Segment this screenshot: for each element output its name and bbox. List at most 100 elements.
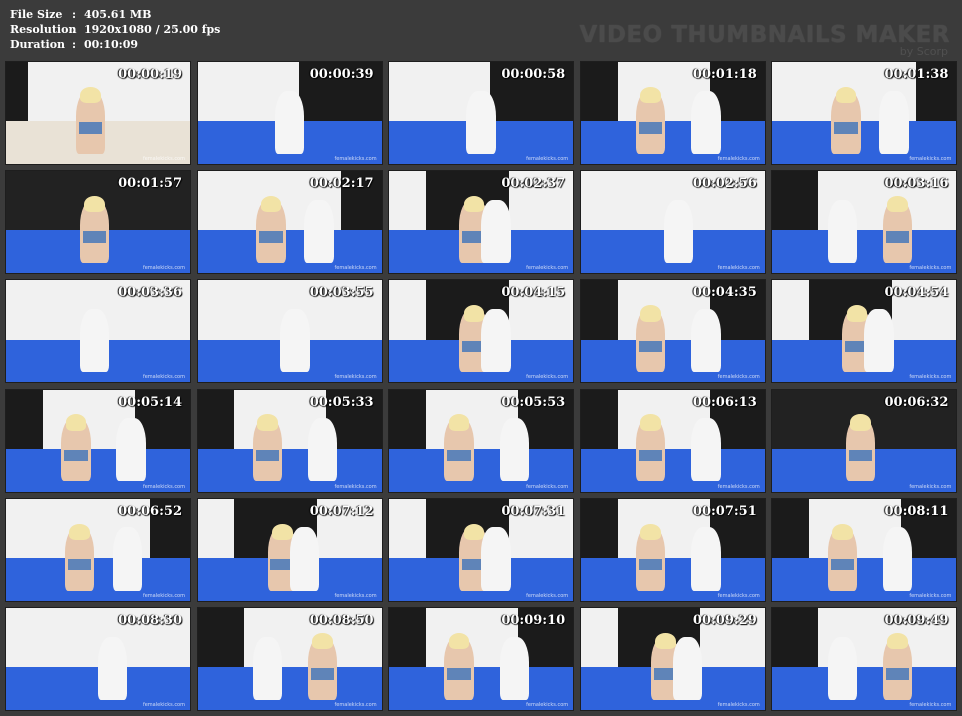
info-separator: : [72,23,77,36]
thumbnail-wall-panel [580,498,618,558]
thumbnail-timestamp: 00:08:30 [118,612,182,628]
thumbnail-watermark: femalekicks.com [526,374,569,381]
video-thumbnail[interactable]: 00:04:35 femalekicks.com [579,279,766,384]
thumbnail-figure-man [280,308,310,373]
thumbnail-watermark: femalekicks.com [909,483,952,490]
video-thumbnail[interactable]: 00:08:50 femalekicks.com [196,606,383,711]
thumbnail-figure-man [827,636,857,700]
thumbnail-timestamp: 00:04:54 [884,285,949,301]
video-thumbnail[interactable]: 00:00:58 femalekicks.com [388,61,575,165]
video-thumbnail[interactable]: 00:01:57 femalekicks.com [5,170,191,275]
thumbnail-figure-woman [831,86,861,154]
thumbnail-wall-panel [6,62,29,122]
info-label: File Size [10,8,63,21]
thumbnail-figure-woman [882,632,913,700]
thumbnail-timestamp: 00:04:35 [692,285,757,301]
thumbnail-figure-woman [75,86,106,154]
thumbnail-watermark: femalekicks.com [142,156,185,162]
video-thumbnail[interactable]: 00:05:14 femalekicks.com [5,388,191,493]
video-thumbnail[interactable]: 00:09:29 femalekicks.com [579,606,766,711]
thumbnail-figure-man [307,418,338,482]
thumbnail-timestamp: 00:06:52 [118,503,182,519]
thumbnail-figure-man [116,418,146,482]
thumbnail-figure-woman [252,414,283,482]
thumbnail-watermark: femalekicks.com [526,592,569,599]
thumbnail-timestamp: 00:05:53 [501,394,566,410]
thumbnail-grid: 00:00:19 femalekicks.com 00:00:39 femalekic… [5,61,958,711]
video-thumbnail[interactable]: 00:09:10 femalekicks.com [388,606,575,711]
thumbnail-wall-panel [197,389,235,449]
thumbnail-figure-woman [635,305,666,373]
resolution-row: Resolution : 1920x1080 / 25.00 fps [10,22,220,37]
thumbnail-watermark: femalekicks.com [334,701,377,708]
info-label: Resolution [10,23,77,36]
video-thumbnail[interactable]: 00:04:54 femalekicks.com [771,279,958,384]
video-thumbnail[interactable]: 00:07:31 femalekicks.com [388,497,575,602]
duration-value: 00:10:09 [84,38,139,51]
video-thumbnail[interactable]: 00:05:33 femalekicks.com [196,388,383,493]
thumbnail-timestamp: 00:04:15 [501,285,566,301]
video-thumbnail[interactable]: 00:03:36 femalekicks.com [5,279,191,384]
video-thumbnail[interactable]: 00:07:12 femalekicks.com [196,497,383,602]
video-thumbnail[interactable]: 00:06:32 femalekicks.com [771,388,958,493]
thumbnail-figure-woman [444,632,474,700]
video-thumbnail[interactable]: 00:01:38 femalekicks.com [771,61,958,165]
video-thumbnail[interactable]: 00:03:16 femalekicks.com [771,170,958,275]
thumbnail-watermark: femalekicks.com [526,156,569,162]
thumbnail-watermark: femalekicks.com [717,592,760,599]
video-thumbnail[interactable]: 00:02:17 femalekicks.com [196,170,383,275]
thumbnail-figure-woman [827,523,857,591]
video-thumbnail[interactable]: 00:04:15 femalekicks.com [388,279,575,384]
thumbnail-figure-man [304,199,334,263]
thumbnail-figure-man [691,418,721,482]
thumbnail-watermark: femalekicks.com [142,592,185,599]
thumbnail-wall-panel [389,389,426,449]
thumbnail-figure-woman [882,195,913,263]
thumbnail-watermark: femalekicks.com [717,483,760,490]
thumbnail-watermark: femalekicks.com [334,483,377,490]
thumbnail-figure-woman [635,86,666,154]
thumbnail-figure-man [466,90,496,154]
thumbnail-timestamp: 00:01:38 [884,67,949,82]
video-thumbnail[interactable]: 00:03:55 femalekicks.com [196,279,383,384]
video-thumbnail[interactable]: 00:08:11 femalekicks.com [771,497,958,602]
thumbnail-timestamp: 00:03:55 [309,285,374,301]
thumbnail-figure-woman [256,195,286,263]
thumbnail-timestamp: 00:01:18 [692,67,757,82]
video-thumbnail[interactable]: 00:00:39 femalekicks.com [196,61,383,165]
thumbnail-watermark: femalekicks.com [717,701,760,708]
thumbnail-wall-panel [580,62,618,122]
thumbnail-timestamp: 00:02:37 [501,176,566,192]
file-size-value: 405.61 MB [84,8,152,21]
video-thumbnail[interactable]: 00:08:30 femalekicks.com [5,606,191,711]
thumbnail-watermark: femalekicks.com [334,265,377,272]
thumbnail-figure-man [691,90,721,154]
video-thumbnail[interactable]: 00:06:13 femalekicks.com [579,388,766,493]
thumbnail-figure-man [499,636,530,700]
video-thumbnail[interactable]: 00:09:49 femalekicks.com [771,606,958,711]
thumbnail-figure-woman [307,632,338,700]
thumbnail-watermark: femalekicks.com [909,156,952,162]
video-thumbnail[interactable]: 00:06:52 femalekicks.com [5,497,191,602]
thumbnail-watermark: femalekicks.com [909,265,952,272]
video-thumbnail[interactable]: 00:00:19 femalekicks.com [5,61,191,165]
thumbnail-figure-man [672,636,703,700]
thumbnail-wall-panel [6,389,43,449]
thumbnail-figure-man [827,199,857,263]
thumbnail-figure-woman [444,414,474,482]
video-thumbnail[interactable]: 00:07:51 femalekicks.com [579,497,766,602]
video-thumbnail[interactable]: 00:02:56 femalekicks.com [579,170,766,275]
thumbnail-figure-man [481,308,511,373]
info-label: Duration [10,38,66,51]
video-thumbnail[interactable]: 00:01:18 femalekicks.com [579,61,766,165]
thumbnail-timestamp: 00:09:49 [884,612,949,628]
thumbnail-figure-man [691,527,721,591]
file-info: File Size : 405.61 MB Resolution : 1920x… [10,7,220,52]
thumbnail-watermark: femalekicks.com [526,701,569,708]
thumbnail-wall-panel [772,171,819,231]
thumbnail-watermark: femalekicks.com [526,483,569,490]
thumbnail-figure-man [499,418,530,482]
video-thumbnail[interactable]: 00:05:53 femalekicks.com [388,388,575,493]
info-separator: : [72,8,77,21]
video-thumbnail[interactable]: 00:02:37 femalekicks.com [388,170,575,275]
